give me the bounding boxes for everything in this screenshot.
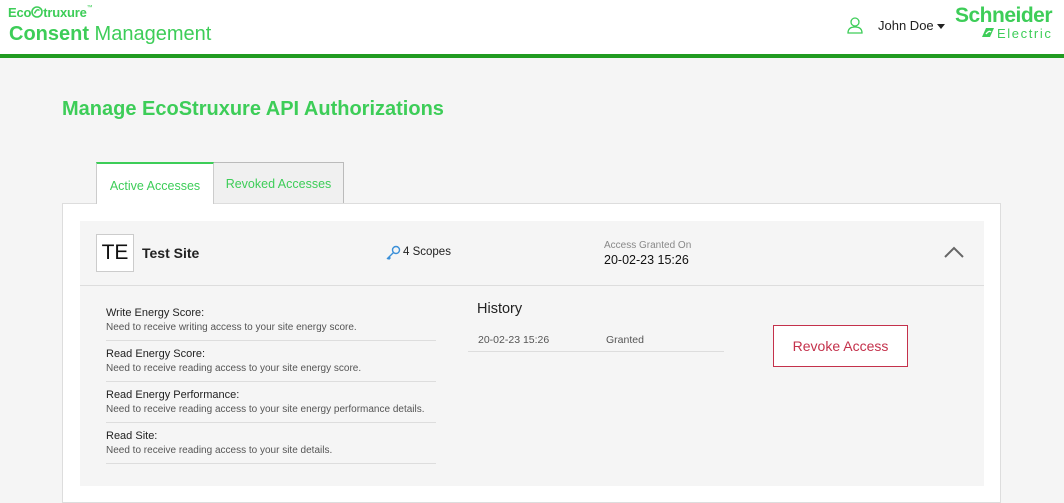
history-date: 20-02-23 15:26 (478, 334, 550, 346)
scope-title: Read Energy Performance: (106, 389, 240, 401)
site-name: Test Site (142, 245, 200, 261)
scope-description: Need to receive reading access to your s… (106, 445, 333, 456)
history-title: History (477, 301, 523, 317)
chevron-down-icon (936, 24, 945, 30)
list-item: Write Energy Score: Need to receive writ… (106, 300, 436, 341)
history-status: Granted (606, 334, 644, 346)
key-icon (386, 245, 401, 260)
chevron-up-icon[interactable] (943, 244, 965, 260)
scopes-count: 4 Scopes (403, 246, 451, 258)
scope-description: Need to receive reading access to your s… (106, 363, 362, 374)
user-menu[interactable]: John Doe (878, 18, 945, 33)
scope-description: Need to receive reading access to your s… (106, 404, 425, 415)
user-icon[interactable] (846, 16, 864, 34)
tab-active-accesses[interactable]: Active Accesses (96, 162, 214, 204)
ecostruxure-s-icon (31, 6, 44, 18)
ecostruxure-logo: Eco truxure™ (8, 5, 93, 20)
access-granted-label: Access Granted On (604, 240, 692, 251)
app-title: Consent Management (9, 23, 212, 45)
schneider-electric-logo: Schneider Electric (955, 4, 1053, 41)
access-granted-date: 20-02-23 15:26 (604, 253, 689, 267)
revoke-access-button[interactable]: Revoke Access (773, 325, 908, 367)
scope-list: Write Energy Score: Need to receive writ… (106, 300, 436, 464)
site-avatar: TE (96, 234, 134, 272)
app-header: Eco truxure™ Consent Management John Doe … (0, 0, 1064, 58)
page-title: Manage EcoStruxure API Authorizations (62, 98, 444, 120)
list-item: Read Energy Performance: Need to receive… (106, 382, 436, 423)
table-row: 20-02-23 15:26 Granted (468, 330, 724, 352)
scope-description: Need to receive writing access to your s… (106, 322, 357, 333)
tab-revoked-accesses[interactable]: Revoked Accesses (213, 162, 344, 204)
list-item: Read Site: Need to receive reading acces… (106, 423, 436, 464)
scope-title: Write Energy Score: (106, 307, 205, 319)
site-card-header[interactable] (80, 221, 984, 286)
scope-title: Read Site: (106, 430, 158, 442)
life-is-on-icon (982, 28, 994, 37)
list-item: Read Energy Score: Need to receive readi… (106, 341, 436, 382)
scope-title: Read Energy Score: (106, 348, 206, 360)
